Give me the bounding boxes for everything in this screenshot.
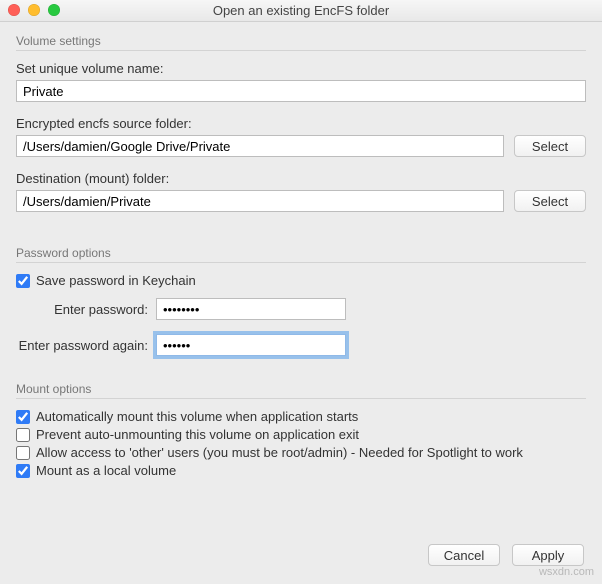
dialog-content: Volume settings Set unique volume name: … <box>0 22 602 478</box>
zoom-icon[interactable] <box>48 4 60 16</box>
auto-mount-label: Automatically mount this volume when app… <box>36 409 358 424</box>
volume-name-label: Set unique volume name: <box>16 61 586 76</box>
separator <box>16 398 586 399</box>
local-volume-checkbox[interactable] <box>16 464 30 478</box>
save-keychain-checkbox[interactable] <box>16 274 30 288</box>
window-title: Open an existing EncFS folder <box>0 3 602 18</box>
window-traffic-lights <box>8 4 60 16</box>
watermark: wsxdn.com <box>539 566 594 578</box>
enter-password-input[interactable] <box>156 298 346 320</box>
source-folder-input[interactable] <box>16 135 504 157</box>
mount-options-label: Mount options <box>16 382 586 396</box>
minimize-icon[interactable] <box>28 4 40 16</box>
dialog-footer: Cancel Apply <box>428 544 584 566</box>
dest-select-button[interactable]: Select <box>514 190 586 212</box>
close-icon[interactable] <box>8 4 20 16</box>
enter-password-label: Enter password: <box>16 302 156 317</box>
prevent-unmount-label: Prevent auto-unmounting this volume on a… <box>36 427 359 442</box>
cancel-button[interactable]: Cancel <box>428 544 500 566</box>
local-volume-label: Mount as a local volume <box>36 463 176 478</box>
enter-password-again-label: Enter password again: <box>16 338 156 353</box>
dest-folder-input[interactable] <box>16 190 504 212</box>
separator <box>16 262 586 263</box>
save-keychain-label: Save password in Keychain <box>36 273 196 288</box>
enter-password-again-input[interactable] <box>156 334 346 356</box>
prevent-unmount-checkbox[interactable] <box>16 428 30 442</box>
allow-other-checkbox[interactable] <box>16 446 30 460</box>
titlebar: Open an existing EncFS folder <box>0 0 602 22</box>
allow-other-label: Allow access to 'other' users (you must … <box>36 445 523 460</box>
auto-mount-checkbox[interactable] <box>16 410 30 424</box>
dest-folder-label: Destination (mount) folder: <box>16 171 586 186</box>
volume-name-input[interactable] <box>16 80 586 102</box>
password-options-label: Password options <box>16 246 586 260</box>
separator <box>16 50 586 51</box>
volume-settings-label: Volume settings <box>16 34 586 48</box>
apply-button[interactable]: Apply <box>512 544 584 566</box>
source-select-button[interactable]: Select <box>514 135 586 157</box>
source-folder-label: Encrypted encfs source folder: <box>16 116 586 131</box>
